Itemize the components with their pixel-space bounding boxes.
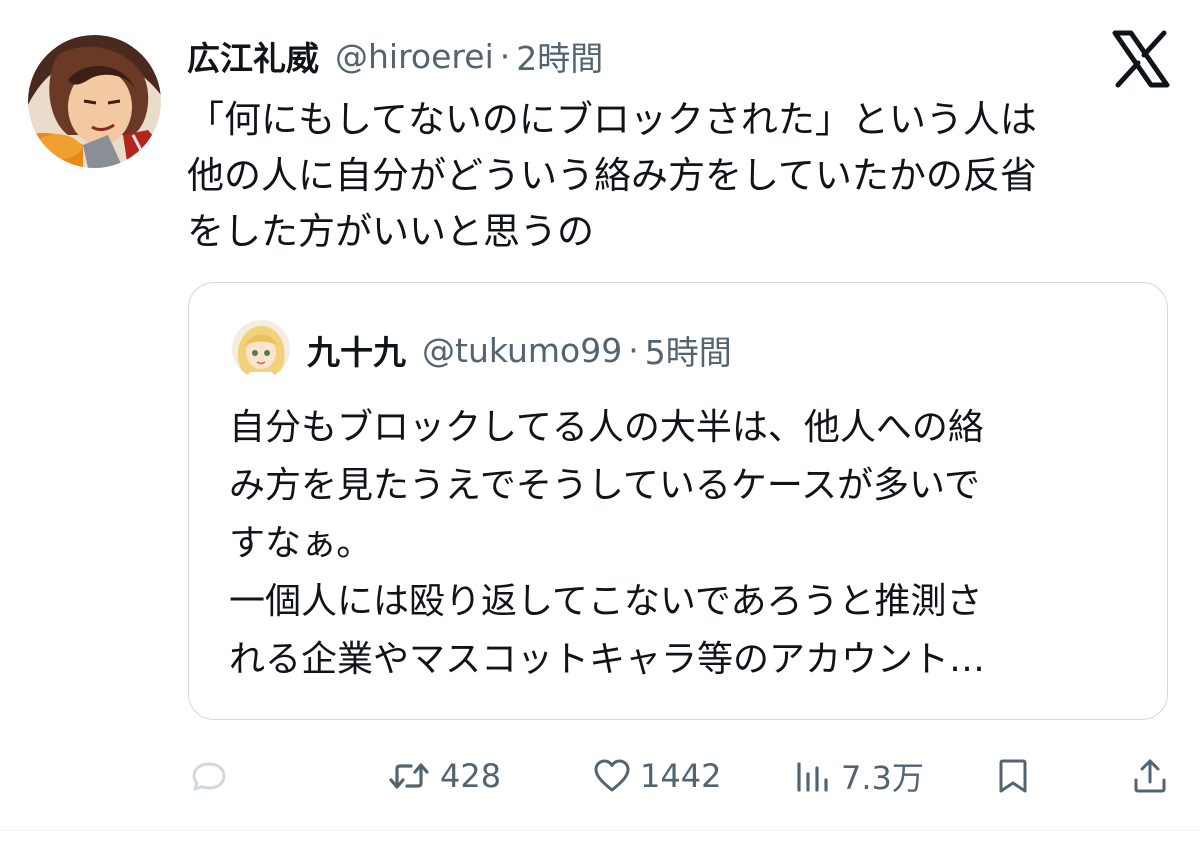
tweet-actions-bar: 428 1442 7.3万	[0, 745, 1200, 807]
tweet-text: 「何にもしてないのにブロックされた」という人は 他の人に自分がどういう絡み方をし…	[187, 92, 1167, 260]
views-button[interactable]: 7.3万	[793, 745, 924, 807]
share-button[interactable]	[1130, 745, 1170, 807]
tweet-header: 広江礼威 @hiroerei · 2時間	[187, 30, 603, 82]
quoted-text-line: 自分もブロックしてる人の大半は、他人への絡	[229, 407, 984, 448]
tweet-text-line: をした方がいいと思うの	[187, 210, 594, 253]
tweet-time[interactable]: 2時間	[516, 32, 603, 80]
share-icon	[1130, 756, 1170, 796]
quoted-text-line: 一個人には殴り返してこないであろうと推測さ	[229, 581, 983, 622]
bookmark-button[interactable]	[993, 745, 1033, 807]
bookmark-icon	[993, 756, 1033, 796]
views-count: 7.3万	[841, 759, 924, 797]
tweet-text-line: 他の人に自分がどういう絡み方をしていたかの反省	[187, 154, 1037, 197]
reply-button[interactable]	[189, 745, 229, 807]
retweet-icon	[386, 756, 432, 796]
tweet-card[interactable]: 広江礼威 @hiroerei · 2時間 「何にもしてないのにブロックされた」と…	[0, 0, 1200, 845]
quoted-tweet-time[interactable]: 5時間	[645, 326, 732, 374]
quoted-tweet-text: 自分もブロックしてる人の大半は、他人への絡 み方を見たうえでそうしているケースが…	[229, 399, 1149, 689]
quoted-text-line: すなぁ。	[229, 523, 373, 564]
quoted-author-handle[interactable]: @tukumo99	[422, 331, 622, 370]
quoted-text-line: み方を見たうえでそうしているケースが多いで	[229, 465, 980, 506]
quoted-author-name[interactable]: 九十九	[307, 326, 406, 374]
reply-icon	[189, 756, 229, 796]
tweet-text-line: 「何にもしてないのにブロックされた」という人は	[187, 98, 1037, 141]
divider	[0, 830, 1200, 831]
x-logo-icon	[1112, 30, 1170, 88]
author-avatar[interactable]	[28, 35, 161, 168]
author-handle[interactable]: @hiroerei	[335, 37, 494, 76]
quoted-tweet-header: 九十九 @tukumo99 · 5時間	[307, 325, 732, 375]
retweet-button[interactable]: 428	[386, 745, 501, 807]
views-bar-chart-icon	[793, 756, 833, 796]
quoted-tweet[interactable]: 九十九 @tukumo99 · 5時間 自分もブロックしてる人の大半は、他人への…	[188, 282, 1168, 720]
like-button[interactable]: 1442	[592, 745, 721, 807]
retweet-count: 428	[440, 757, 502, 795]
heart-icon	[592, 756, 632, 796]
author-name[interactable]: 広江礼威	[187, 32, 319, 80]
quoted-text-line: れる企業やマスコットキャラ等のアカウント…	[229, 639, 986, 680]
like-count: 1442	[640, 757, 722, 795]
separator-dot: ·	[499, 36, 511, 76]
quoted-author-avatar[interactable]	[232, 320, 290, 378]
separator-dot: ·	[628, 330, 639, 370]
